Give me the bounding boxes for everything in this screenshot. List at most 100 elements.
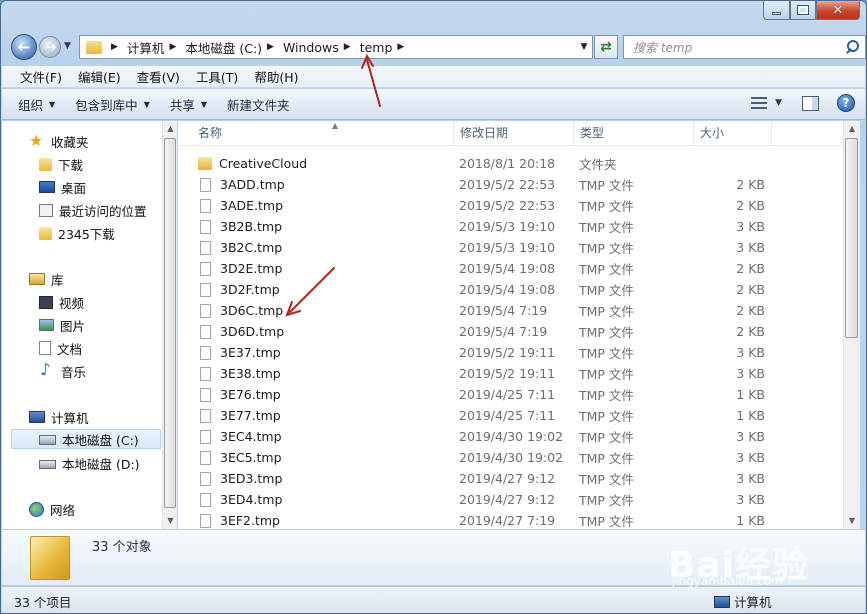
table-row[interactable]: 3EC4.tmp 2019/4/30 19:02 TMP 文件 3 KB xyxy=(178,426,843,447)
menu-edit[interactable]: 编辑(E) xyxy=(70,67,129,86)
table-row[interactable]: 3ED3.tmp 2019/4/27 9:12 TMP 文件 3 KB xyxy=(178,468,843,489)
table-row[interactable]: 3D2E.tmp 2019/5/4 19:08 TMP 文件 2 KB xyxy=(178,258,843,279)
details-view-icon[interactable] xyxy=(751,97,768,109)
scroll-up-icon[interactable]: ▲ xyxy=(844,121,860,137)
table-row[interactable]: 3ADE.tmp 2019/5/2 22:53 TMP 文件 2 KB xyxy=(178,195,843,216)
table-row[interactable]: 3D2F.tmp 2019/5/4 19:08 TMP 文件 2 KB xyxy=(178,279,843,300)
navpane-scrollbar[interactable]: ▲ ▼ xyxy=(162,121,177,529)
file-name[interactable]: 3D2F.tmp xyxy=(198,282,280,297)
chevron-right-icon[interactable]: ▶ xyxy=(344,42,351,52)
tree-network[interactable]: 网络 xyxy=(29,499,75,519)
table-row[interactable]: 3EC5.tmp 2019/4/30 19:02 TMP 文件 3 KB xyxy=(178,447,843,468)
column-type[interactable]: 类型 xyxy=(574,121,694,146)
close-button[interactable]: ✕ xyxy=(816,1,860,20)
chevron-right-icon[interactable]: ▶ xyxy=(267,42,274,52)
address-bar[interactable]: ▶ 计算机 ▶ 本地磁盘 (C:) ▶ Windows ▶ temp ▶ ▼ xyxy=(79,35,593,59)
table-row[interactable]: 3E77.tmp 2019/4/25 7:11 TMP 文件 1 KB xyxy=(178,405,843,426)
menu-file[interactable]: 文件(F) xyxy=(12,67,70,86)
help-icon[interactable]: ? xyxy=(837,94,855,112)
file-list-scrollbar[interactable]: ▲ ▼ xyxy=(843,121,860,529)
tree-recent-places[interactable]: 最近访问的位置 xyxy=(39,200,147,220)
tree-label: 音乐 xyxy=(61,364,87,380)
scroll-up-icon[interactable]: ▲ xyxy=(163,121,178,137)
scroll-down-icon[interactable]: ▼ xyxy=(163,513,178,529)
tree-computer[interactable]: 计算机 xyxy=(29,407,89,427)
forward-button[interactable]: → xyxy=(39,36,61,58)
column-size[interactable]: 大小 xyxy=(694,121,772,146)
recent-pages-dropdown[interactable]: ▼ xyxy=(64,41,71,51)
scroll-down-icon[interactable]: ▼ xyxy=(844,513,860,529)
menu-tools[interactable]: 工具(T) xyxy=(188,67,246,86)
tree-local-disk-d[interactable]: 本地磁盘 (D:) xyxy=(39,453,140,473)
back-button[interactable]: ← xyxy=(11,34,37,60)
minimize-button[interactable] xyxy=(763,1,790,20)
preview-pane-icon[interactable] xyxy=(802,95,819,111)
tree-local-disk-c[interactable]: 本地磁盘 (C:) xyxy=(11,429,161,449)
tree-videos[interactable]: 视频 xyxy=(39,292,84,312)
file-name[interactable]: 3B2B.tmp xyxy=(198,219,282,234)
tree-pictures[interactable]: 图片 xyxy=(39,315,85,335)
maximize-button[interactable] xyxy=(790,1,816,20)
tree-libraries[interactable]: 库 xyxy=(29,269,64,289)
table-row[interactable]: 3E76.tmp 2019/4/25 7:11 TMP 文件 1 KB xyxy=(178,384,843,405)
file-name[interactable]: 3E38.tmp xyxy=(198,366,281,381)
menu-help[interactable]: 帮助(H) xyxy=(246,67,306,86)
column-date[interactable]: 修改日期 xyxy=(454,121,574,146)
file-name[interactable]: CreativeCloud xyxy=(198,156,307,171)
tree-music[interactable]: 音乐 xyxy=(39,360,87,381)
table-row[interactable]: 3B2C.tmp 2019/5/3 19:10 TMP 文件 3 KB xyxy=(178,237,843,258)
file-name[interactable]: 3E77.tmp xyxy=(198,408,281,423)
tree-desktop[interactable]: 桌面 xyxy=(39,177,86,197)
file-name[interactable]: 3B2C.tmp xyxy=(198,240,282,255)
table-row[interactable]: CreativeCloud 2018/8/1 20:18 文件夹 xyxy=(178,153,843,174)
file-type: TMP 文件 xyxy=(579,199,634,214)
chevron-right-icon[interactable]: ▶ xyxy=(111,42,118,52)
menu-view[interactable]: 查看(V) xyxy=(129,67,188,86)
search-box[interactable]: 搜索 temp xyxy=(623,35,866,59)
chevron-right-icon[interactable]: ▶ xyxy=(169,42,176,52)
file-name[interactable]: 3D6D.tmp xyxy=(198,324,284,339)
chevron-right-icon[interactable]: ▶ xyxy=(397,42,404,52)
tree-favorites[interactable]: 收藏夹 xyxy=(29,131,89,151)
file-name[interactable]: 3D6C.tmp xyxy=(198,303,283,318)
table-row[interactable]: 3E37.tmp 2019/5/2 19:11 TMP 文件 3 KB xyxy=(178,342,843,363)
table-row[interactable]: 3B2B.tmp 2019/5/3 19:10 TMP 文件 3 KB xyxy=(178,216,843,237)
file-name[interactable]: 3EC5.tmp xyxy=(198,450,282,465)
breadcrumb-windows[interactable]: Windows xyxy=(283,40,339,55)
file-name[interactable]: 3ED3.tmp xyxy=(198,471,282,486)
breadcrumb-temp[interactable]: temp xyxy=(360,40,393,55)
breadcrumb-computer[interactable]: 计算机 xyxy=(127,38,165,57)
navpane-scroll-thumb[interactable] xyxy=(164,138,176,508)
refresh-button[interactable]: ⇄ xyxy=(594,35,618,59)
table-row[interactable]: 3ADD.tmp 2019/5/2 22:53 TMP 文件 2 KB xyxy=(178,174,843,195)
table-row[interactable]: 3D6D.tmp 2019/5/4 7:19 TMP 文件 2 KB xyxy=(178,321,843,342)
breadcrumb-local-disk-c[interactable]: 本地磁盘 (C:) xyxy=(185,38,262,57)
file-name[interactable]: 3ADD.tmp xyxy=(198,177,285,192)
table-row[interactable]: 3EF2.tmp 2019/4/27 7:19 TMP 文件 1 KB xyxy=(178,510,843,529)
network-icon xyxy=(29,501,44,517)
search-icon[interactable] xyxy=(843,38,861,56)
share-button[interactable]: 共享 ▼ xyxy=(170,95,207,114)
include-in-library-button[interactable]: 包含到库中 ▼ xyxy=(75,95,150,114)
table-row[interactable]: 3ED4.tmp 2019/4/27 9:12 TMP 文件 3 KB xyxy=(178,489,843,510)
table-row[interactable]: 3E38.tmp 2019/5/2 19:11 TMP 文件 3 KB xyxy=(178,363,843,384)
file-name[interactable]: 3E76.tmp xyxy=(198,387,281,402)
view-options-dropdown[interactable]: ▼ xyxy=(775,98,782,108)
address-dropdown-button[interactable]: ▼ xyxy=(576,42,592,52)
new-folder-button[interactable]: 新建文件夹 xyxy=(227,95,290,114)
file-name-label: 3EC4.tmp xyxy=(220,429,282,444)
organize-button[interactable]: 组织 ▼ xyxy=(18,95,55,114)
tree-documents[interactable]: 文档 xyxy=(39,338,82,358)
tree-downloads[interactable]: 下载 xyxy=(39,154,83,174)
file-name[interactable]: 3E37.tmp xyxy=(198,345,281,360)
column-name[interactable]: 名称 ▲ xyxy=(192,121,454,146)
file-name[interactable]: 3EC4.tmp xyxy=(198,429,282,444)
file-name[interactable]: 3ED4.tmp xyxy=(198,492,282,507)
file-name[interactable]: 3D2E.tmp xyxy=(198,261,282,276)
file-name[interactable]: 3EF2.tmp xyxy=(198,513,280,528)
table-row[interactable]: 3D6C.tmp 2019/5/4 7:19 TMP 文件 2 KB xyxy=(178,300,843,321)
search-input[interactable]: 搜索 temp xyxy=(633,39,843,56)
file-name[interactable]: 3ADE.tmp xyxy=(198,198,283,213)
tree-2345-downloads[interactable]: 2345下载 xyxy=(39,223,115,243)
file-list-scroll-thumb[interactable] xyxy=(845,138,858,338)
